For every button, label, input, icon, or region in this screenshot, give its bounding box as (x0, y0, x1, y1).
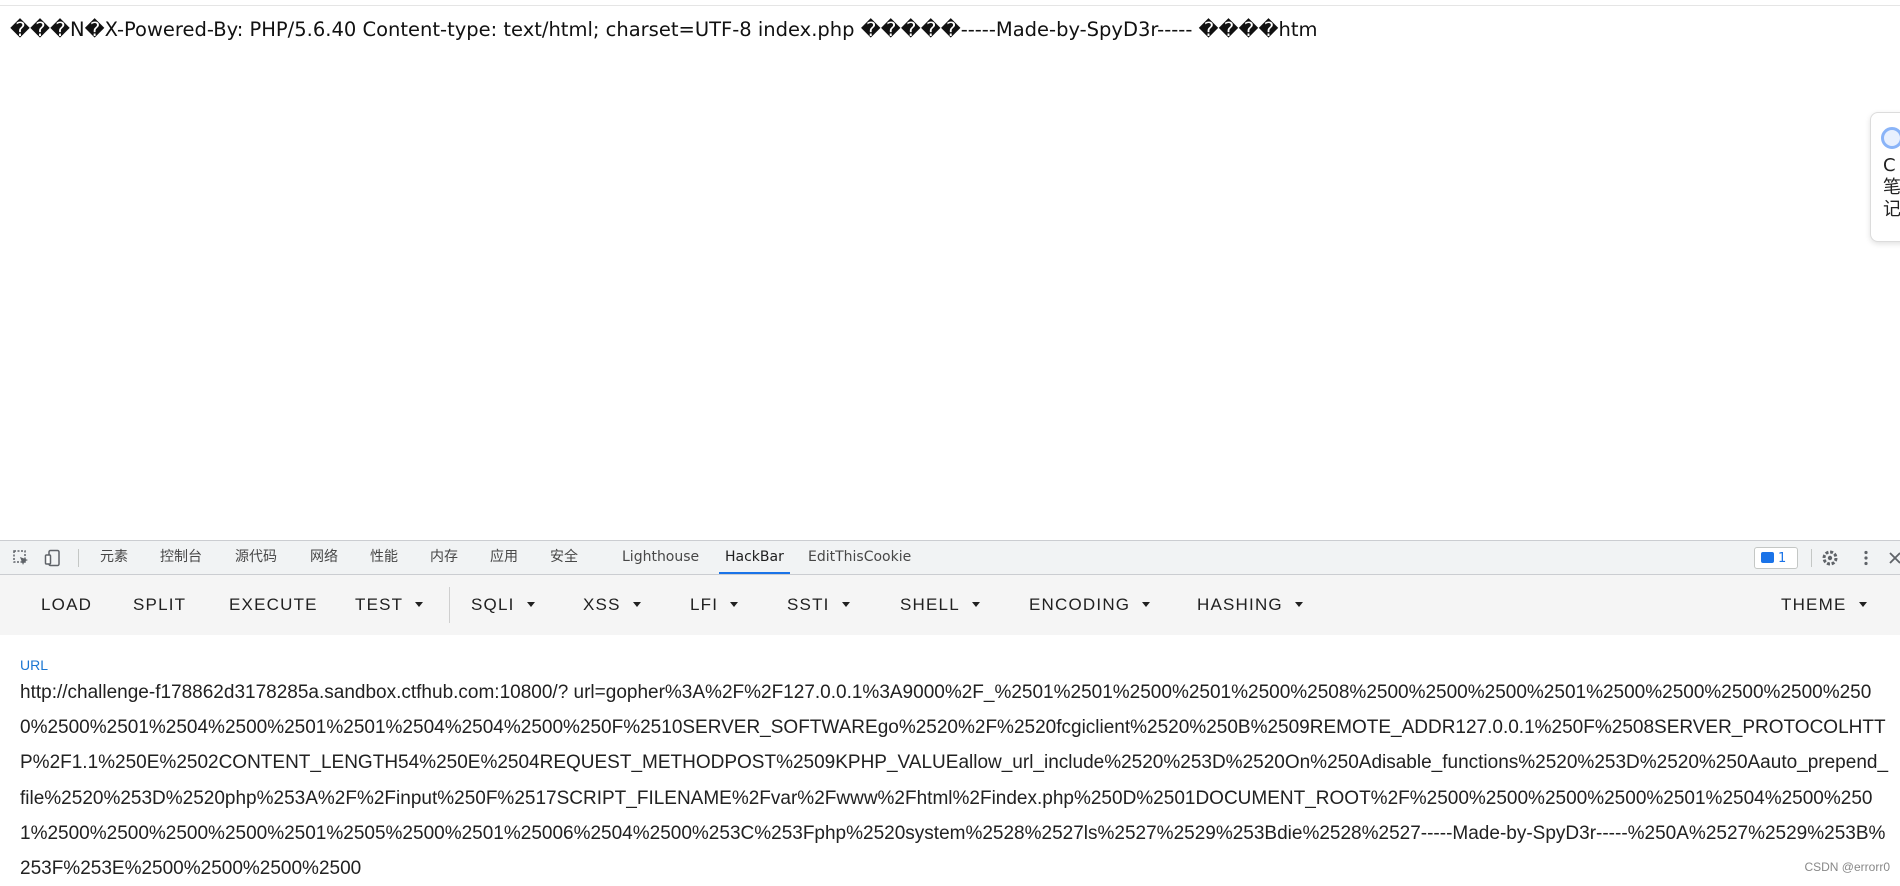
page-top-border (0, 5, 1900, 6)
caret-down-icon (730, 602, 739, 607)
test-menu-button[interactable]: TEST (355, 575, 424, 635)
caret-down-icon (1294, 602, 1303, 607)
lfi-menu-button[interactable]: LFI (690, 575, 739, 635)
devtools-tab-bar: 元素 控制台 源代码 网络 性能 内存 应用 安全 Lighthouse Hac… (0, 541, 1900, 575)
xss-label: XSS (583, 595, 621, 614)
tab-editthiscookie[interactable]: EditThisCookie (808, 541, 911, 574)
devtools-panel: 元素 控制台 源代码 网络 性能 内存 应用 安全 Lighthouse Hac… (0, 540, 1900, 880)
hashing-label: HASHING (1197, 595, 1283, 614)
more-options-icon[interactable] (1857, 549, 1875, 567)
tab-security[interactable]: 安全 (550, 541, 578, 574)
tab-lighthouse[interactable]: Lighthouse (622, 541, 699, 574)
execute-button[interactable]: EXECUTE (229, 575, 318, 635)
theme-label: THEME (1781, 595, 1847, 614)
device-toolbar-icon[interactable] (44, 549, 62, 567)
encoding-label: ENCODING (1029, 595, 1131, 614)
sqli-menu-button[interactable]: SQLI (471, 575, 535, 635)
ssti-menu-button[interactable]: SSTI (787, 575, 850, 635)
tab-console[interactable]: 控制台 (160, 541, 202, 574)
test-label: TEST (355, 595, 404, 614)
side-widget-label: C笔记 (1883, 155, 1900, 220)
tab-application[interactable]: 应用 (490, 541, 518, 574)
tab-sources[interactable]: 源代码 (235, 541, 277, 574)
encoding-menu-button[interactable]: ENCODING (1029, 575, 1151, 635)
caret-down-icon (632, 602, 641, 607)
caret-down-icon (415, 602, 424, 607)
close-icon[interactable] (1886, 549, 1900, 567)
tab-memory[interactable]: 内存 (430, 541, 458, 574)
tab-separator (78, 549, 79, 567)
hackbar-toolbar: LOAD SPLIT EXECUTE TEST SQLI XSS LFI SST… (0, 575, 1900, 635)
caret-down-icon (1858, 602, 1867, 607)
response-text: ���N�X-Powered-By: PHP/5.6.40 Content-ty… (10, 18, 1318, 41)
load-button[interactable]: LOAD (41, 575, 92, 635)
tab-performance[interactable]: 性能 (370, 541, 398, 574)
message-icon (1761, 552, 1774, 563)
theme-menu-button[interactable]: THEME (1781, 575, 1867, 635)
tab-separator (1811, 549, 1812, 567)
inspect-element-icon[interactable] (12, 549, 30, 567)
notes-icon (1881, 127, 1900, 149)
caret-down-icon (1142, 602, 1151, 607)
tab-elements[interactable]: 元素 (100, 541, 128, 574)
split-button[interactable]: SPLIT (133, 575, 186, 635)
xss-menu-button[interactable]: XSS (583, 575, 641, 635)
page-content: ���N�X-Powered-By: PHP/5.6.40 Content-ty… (0, 0, 1900, 540)
lfi-label: LFI (690, 595, 719, 614)
shell-menu-button[interactable]: SHELL (900, 575, 980, 635)
settings-gear-icon[interactable] (1821, 549, 1839, 567)
caret-down-icon (841, 602, 850, 607)
sqli-label: SQLI (471, 595, 515, 614)
tab-network[interactable]: 网络 (310, 541, 338, 574)
ssti-label: SSTI (787, 595, 830, 614)
csdn-watermark: CSDN @errorr0 (1804, 860, 1890, 874)
tab-hackbar[interactable]: HackBar (719, 541, 790, 574)
hackbar-body: URL http://challenge-f178862d3178285a.sa… (0, 635, 1900, 880)
side-notes-widget[interactable]: C笔记 (1870, 112, 1900, 242)
shell-label: SHELL (900, 595, 960, 614)
hashing-menu-button[interactable]: HASHING (1197, 575, 1303, 635)
caret-down-icon (971, 602, 980, 607)
url-input[interactable]: http://challenge-f178862d3178285a.sandbo… (20, 675, 1892, 886)
issues-badge[interactable]: 1 (1754, 547, 1798, 569)
url-field-label: URL (20, 657, 49, 673)
issues-count: 1 (1778, 551, 1787, 566)
toolbar-divider (449, 587, 450, 623)
caret-down-icon (526, 602, 535, 607)
